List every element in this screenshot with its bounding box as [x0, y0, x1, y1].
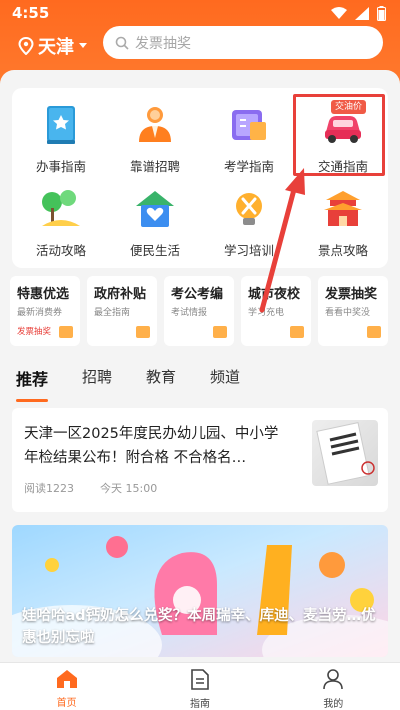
document-icon	[191, 669, 209, 690]
promo-subtitle: 看看中奖没	[325, 308, 371, 318]
category-tabs: 推荐 招聘 教育 频道	[16, 366, 274, 402]
location-name: 天津	[38, 37, 74, 58]
article-card[interactable]: 天津一区2025年度民办幼儿园、中小学年检结果公布！附合格 不合格名… 阅读12…	[12, 408, 388, 512]
promo-subtitle: 最新消费券	[17, 308, 63, 318]
search-placeholder: 发票抽奖	[135, 35, 191, 52]
grid-item-study-training[interactable]: 学习培训	[202, 186, 296, 261]
tab-education[interactable]: 教育	[146, 366, 176, 396]
article-reads: 阅读1223	[24, 482, 74, 495]
grid-item-convenience-life[interactable]: 便民生活	[108, 186, 202, 261]
promo-subtitle: 学习充电	[248, 308, 285, 318]
tab-recommend[interactable]: 推荐	[16, 366, 49, 402]
article-title: 天津一区2025年度民办幼儿园、中小学年检结果公布！附合格 不合格名…	[24, 426, 279, 466]
article-meta: 阅读1223 今天 15:00	[24, 480, 157, 496]
banner-caption: 娃哈哈ad钙奶怎么兑奖？本周瑞幸、库迪、麦当劳…优惠也别忘啦	[22, 608, 376, 646]
status-icons	[331, 5, 386, 21]
search-icon	[115, 36, 129, 50]
nav-guide[interactable]: 指南	[133, 663, 266, 710]
article-thumbnail-graphic	[316, 422, 375, 485]
promo-card[interactable]: 发票抽奖 看看中奖没	[318, 276, 388, 346]
caret-down-icon	[79, 43, 87, 48]
grid-label: 学习培训	[223, 243, 274, 258]
main-content: 办事指南 靠谱招聘 考学指南 交通指南 活动攻略 便民生活 学习培训 景点攻略 …	[0, 70, 400, 670]
promo-banner[interactable]: 娃哈哈ad钙奶怎么兑奖？本周瑞幸、库迪、麦当劳…优惠也别忘啦	[12, 525, 388, 657]
temple-icon	[324, 191, 362, 226]
grid-label: 办事指南	[35, 159, 86, 174]
book-icon	[47, 106, 75, 144]
promo-title: 特惠优选	[17, 287, 70, 302]
service-grid: 办事指南 靠谱招聘 考学指南 交通指南 活动攻略 便民生活 学习培训 景点攻略	[12, 88, 388, 268]
article-time: 今天 15:00	[100, 482, 158, 495]
location-selector[interactable]: 天津	[18, 33, 88, 59]
school-icon	[290, 326, 304, 338]
user-icon	[323, 669, 344, 690]
park-icon	[42, 190, 80, 226]
status-bar: 4:55	[0, 0, 400, 26]
document-icon	[136, 326, 150, 338]
promo-title: 政府补贴	[94, 287, 147, 302]
promo-tag: 发票抽奖	[17, 327, 52, 337]
home-heart-icon	[136, 191, 174, 227]
nav-label: 我的	[323, 699, 344, 710]
promo-title: 城市夜校	[248, 287, 301, 302]
promo-card[interactable]: 政府补贴 最全指南	[87, 276, 157, 346]
tab-channel[interactable]: 频道	[210, 366, 240, 396]
nav-label: 首页	[56, 698, 77, 709]
promo-subtitle: 最全指南	[94, 308, 131, 318]
promo-title: 考公考编	[171, 287, 224, 302]
exam-guide-icon	[232, 110, 266, 140]
grid-label: 靠谱招聘	[129, 159, 180, 174]
promo-card[interactable]: 考公考编 考试情报	[164, 276, 234, 346]
grid-item-recruitment[interactable]: 靠谱招聘	[108, 102, 202, 177]
nav-mine[interactable]: 我的	[267, 663, 400, 710]
home-icon	[56, 670, 77, 688]
promo-card[interactable]: 城市夜校 学习充电	[241, 276, 311, 346]
search-bar[interactable]: 发票抽奖	[103, 26, 383, 59]
grid-label: 景点攻略	[317, 243, 368, 258]
article-thumbnail	[312, 420, 378, 486]
grid-label: 考学指南	[223, 159, 274, 174]
promo-title: 发票抽奖	[325, 287, 378, 302]
nav-label: 指南	[189, 699, 210, 710]
status-time: 4:55	[12, 4, 50, 22]
grid-item-scenic-guide[interactable]: 景点攻略	[296, 186, 390, 261]
grid-label: 活动攻略	[35, 243, 86, 258]
bottom-nav: 首页 指南 我的	[0, 662, 400, 710]
signal-icon	[355, 6, 369, 20]
battery-icon	[377, 5, 386, 21]
promo-card[interactable]: 特惠优选 最新消费券 发票抽奖	[10, 276, 80, 346]
promo-badge: 交油价	[331, 100, 367, 114]
coupon-icon	[59, 326, 73, 338]
grid-item-affairs-guide[interactable]: 办事指南	[14, 102, 108, 177]
grid-label: 便民生活	[129, 243, 180, 258]
tab-recruitment[interactable]: 招聘	[82, 366, 112, 396]
location-pin-icon	[18, 37, 34, 55]
wifi-icon	[331, 6, 347, 19]
grid-item-exam-guide[interactable]: 考学指南	[202, 102, 296, 177]
promo-subtitle: 考试情报	[171, 308, 208, 318]
invoice-icon	[367, 326, 381, 338]
promo-row: 特惠优选 最新消费券 发票抽奖 政府补贴 最全指南 考公考编 考试情报 城市夜校…	[10, 276, 390, 348]
id-card-icon	[213, 326, 227, 338]
bulb-tools-icon	[236, 193, 262, 225]
grid-item-activity-guide[interactable]: 活动攻略	[14, 186, 108, 261]
nav-home[interactable]: 首页	[0, 663, 133, 710]
recruiter-icon	[139, 107, 171, 142]
